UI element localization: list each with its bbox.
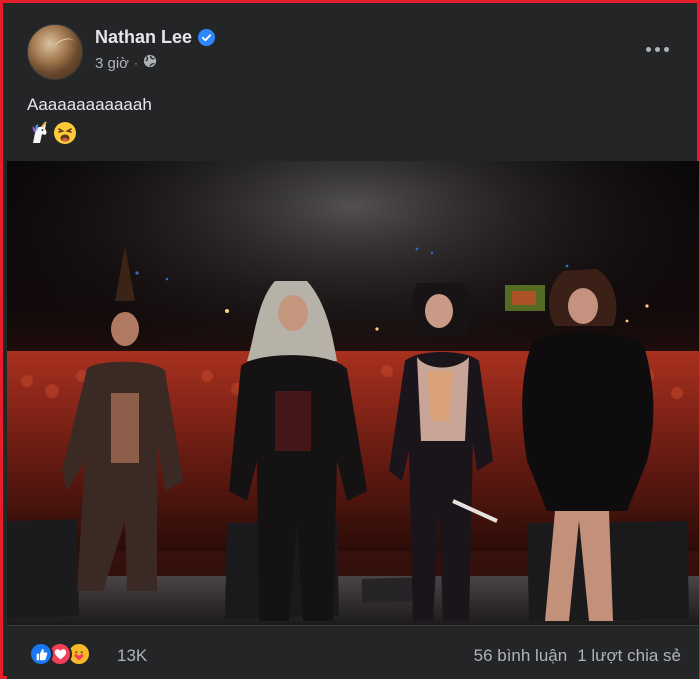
dot-icon — [645, 46, 651, 52]
author-name-row: Nathan Lee — [95, 27, 216, 48]
concert-stage-image — [7, 161, 699, 625]
post-time[interactable]: 3 giờ — [95, 55, 129, 72]
verified-badge-icon — [198, 29, 216, 46]
globe-icon[interactable] — [143, 54, 157, 72]
post-meta: 3 giờ · — [95, 54, 157, 72]
comments-count[interactable]: 56 bình luận — [474, 646, 568, 666]
weary-face-emoji-icon — [54, 122, 76, 144]
post-card: Nathan Lee 3 giờ · Aaaaaaaaaaaah 13K 56 … — [0, 0, 700, 679]
reaction-icons[interactable] — [29, 642, 91, 666]
author-name[interactable]: Nathan Lee — [95, 27, 192, 48]
shares-count[interactable]: 1 lượt chia sẻ — [577, 646, 681, 666]
post-text: Aaaaaaaaaaaah — [27, 95, 152, 114]
like-icon[interactable] — [29, 642, 53, 666]
dot-icon — [663, 46, 669, 52]
more-options-button[interactable] — [639, 37, 675, 61]
post-header: Nathan Lee 3 giờ · — [23, 23, 683, 83]
reaction-bar: 13K 56 bình luận 1 lượt chia sẻ — [7, 625, 699, 679]
dot-icon — [654, 46, 660, 52]
emoji-line — [27, 121, 77, 145]
post-photo[interactable] — [7, 161, 699, 625]
author-avatar[interactable] — [27, 24, 83, 80]
reaction-count[interactable]: 13K — [117, 646, 147, 666]
post-stats: 56 bình luận 1 lượt chia sẻ — [474, 646, 681, 666]
meta-separator: · — [134, 56, 139, 70]
unicorn-emoji-icon — [32, 121, 47, 143]
